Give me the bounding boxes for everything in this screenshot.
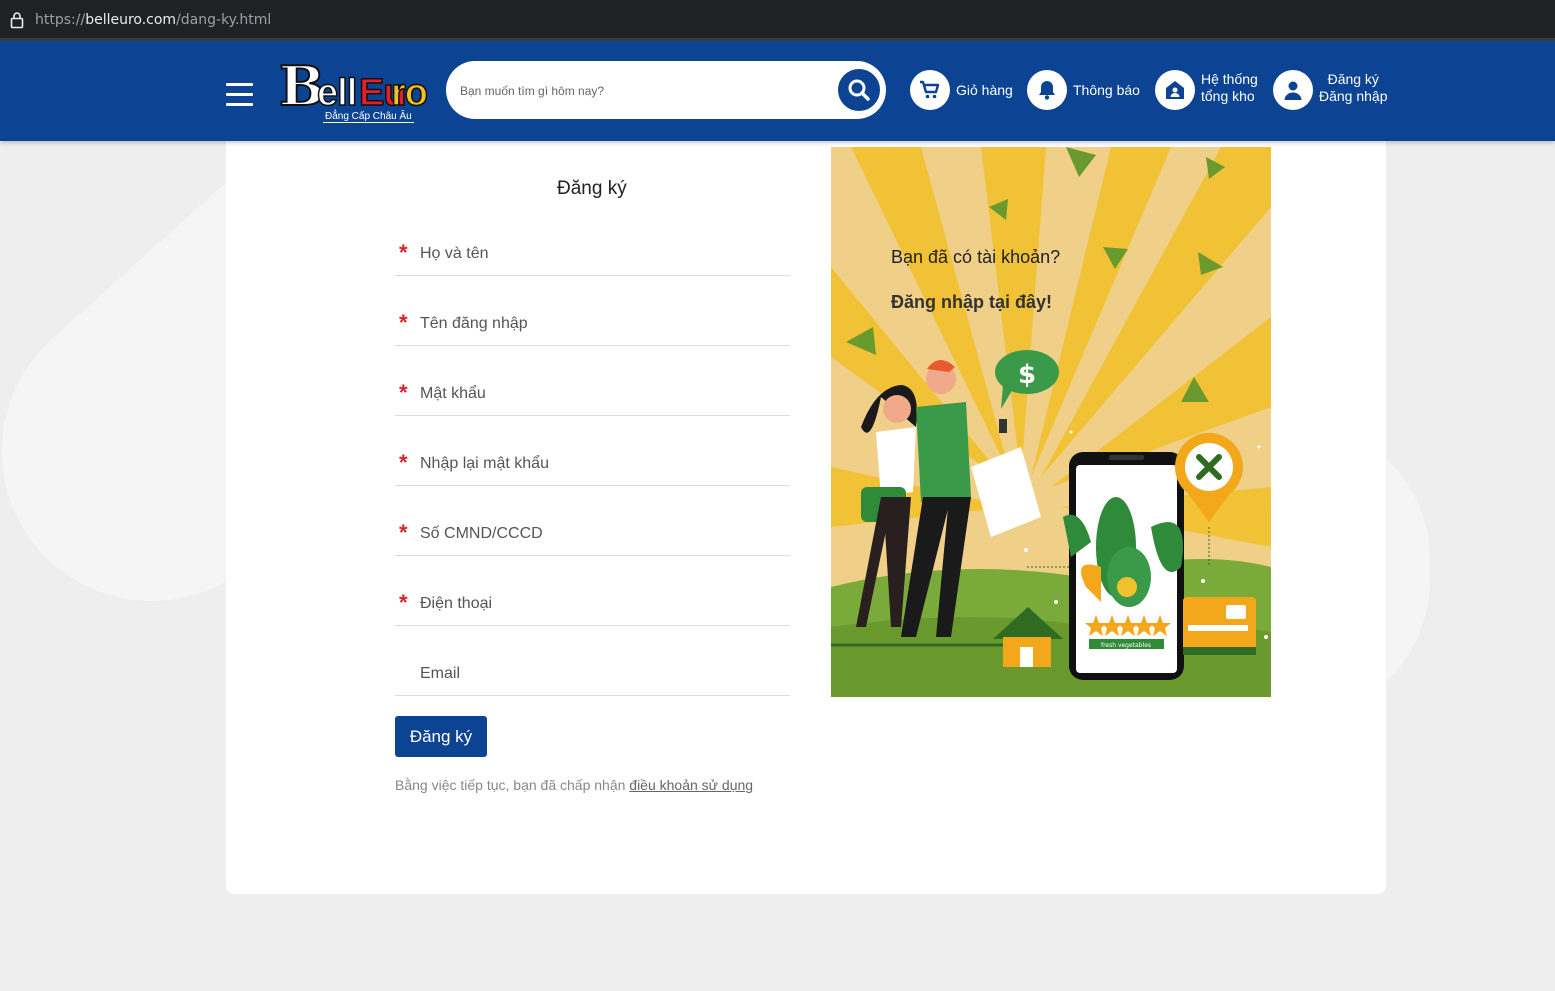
search-icon bbox=[848, 79, 870, 101]
cart-icon bbox=[910, 70, 950, 110]
notification-label: Thông báo bbox=[1073, 82, 1140, 98]
user-icon bbox=[1273, 70, 1313, 110]
phone-input[interactable] bbox=[420, 592, 780, 616]
username-field: * bbox=[395, 300, 790, 346]
site-logo[interactable]: B ell Eu ro Đẳng Cấp Châu Âu bbox=[278, 55, 429, 127]
search-button[interactable] bbox=[835, 66, 883, 114]
phone-caption: fresh vegetables bbox=[1101, 642, 1151, 649]
required-mark: * bbox=[399, 310, 408, 335]
required-mark: * bbox=[399, 520, 408, 545]
confirm-password-input[interactable] bbox=[420, 452, 780, 476]
terms-text: Bằng việc tiếp tục, bạn đã chấp nhận điề… bbox=[395, 777, 754, 793]
id-number-field: * bbox=[395, 510, 790, 556]
register-button[interactable]: Đăng ký bbox=[395, 716, 487, 757]
fullname-input[interactable] bbox=[420, 242, 780, 266]
browser-address-bar[interactable]: https://belleuro.com/dang-ky.html bbox=[0, 0, 1555, 41]
dollar-sign: $ bbox=[1018, 360, 1036, 390]
search-input[interactable] bbox=[460, 80, 820, 102]
warehouse-label: Hệ thống tổng kho bbox=[1201, 71, 1258, 104]
menu-hamburger-icon[interactable] bbox=[226, 83, 253, 107]
logo-tagline: Đẳng Cấp Châu Âu bbox=[323, 111, 414, 123]
username-input[interactable] bbox=[420, 312, 780, 336]
search-box bbox=[446, 61, 886, 119]
required-mark: * bbox=[399, 450, 408, 475]
password-field: * bbox=[395, 370, 790, 416]
warehouse-icon bbox=[1155, 70, 1195, 110]
email-field bbox=[395, 650, 790, 696]
login-promo-illustration: $ fresh vegetables Bạn đã có tài khoản? … bbox=[831, 147, 1271, 697]
password-input[interactable] bbox=[420, 382, 780, 406]
logo-ell: ell bbox=[316, 72, 358, 114]
phone-field: * bbox=[395, 580, 790, 626]
required-mark: * bbox=[399, 590, 408, 615]
required-mark: * bbox=[399, 240, 408, 265]
login-link[interactable]: Đăng nhập tại đây! bbox=[891, 292, 1052, 313]
lock-icon bbox=[10, 12, 24, 29]
cart-label: Giỏ hàng bbox=[956, 82, 1013, 98]
shopping-illustration: $ fresh vegetables bbox=[831, 147, 1271, 697]
browser-url: https://belleuro.com/dang-ky.html bbox=[35, 12, 272, 28]
confirm-password-field: * bbox=[395, 440, 790, 486]
account-label: Đăng ký Đăng nhập bbox=[1319, 71, 1388, 104]
email-input[interactable] bbox=[420, 662, 780, 686]
required-mark: * bbox=[399, 380, 408, 405]
site-header: B ell Eu ro Đẳng Cấp Châu Âu Giỏ hàng bbox=[0, 41, 1555, 141]
page-title: Đăng ký bbox=[557, 178, 627, 199]
bell-icon bbox=[1027, 70, 1067, 110]
id-number-input[interactable] bbox=[420, 522, 780, 546]
terms-link[interactable]: điều khoản sử dụng bbox=[629, 777, 753, 793]
promo-question: Bạn đã có tài khoản? bbox=[891, 247, 1061, 267]
logo-ro: ro bbox=[390, 72, 429, 114]
fullname-field: * bbox=[395, 230, 790, 276]
